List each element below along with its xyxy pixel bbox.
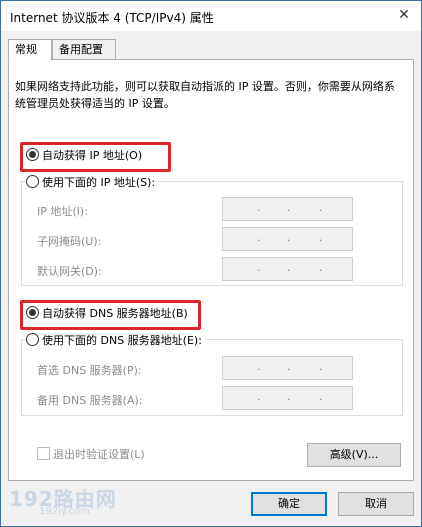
radio-unselected-icon [26, 175, 39, 188]
subnet-mask-label: 子网掩码(U): [37, 235, 102, 248]
validate-on-exit-checkbox[interactable]: 退出时验证设置(L) [37, 446, 145, 462]
title-bar: Internet 协议版本 4 (TCP/IPv4) 属性 ✕ [1, 1, 421, 31]
watermark-url: 192ly.com [39, 506, 90, 517]
auto-dns-radio[interactable]: 自动获得 DNS 服务器地址(B) [26, 305, 188, 321]
advanced-button[interactable]: 高级(V)... [307, 443, 401, 467]
validate-on-exit-label: 退出时验证设置(L) [53, 448, 145, 461]
default-gateway-label: 默认网关(D): [37, 265, 102, 278]
ipv4-properties-dialog: Internet 协议版本 4 (TCP/IPv4) 属性 ✕ 常规 备用配置 … [0, 0, 422, 527]
radio-selected-icon [26, 306, 39, 319]
close-icon[interactable]: ✕ [395, 6, 413, 24]
manual-ip-radio[interactable]: 使用下面的 IP 地址(S): [26, 174, 159, 190]
auto-dns-label: 自动获得 DNS 服务器地址(B) [42, 307, 188, 320]
auto-ip-label: 自动获得 IP 地址(O) [42, 149, 143, 162]
manual-ip-label: 使用下面的 IP 地址(S): [42, 176, 156, 189]
window-title: Internet 协议版本 4 (TCP/IPv4) 属性 [10, 11, 214, 25]
manual-dns-label: 使用下面的 DNS 服务器地址(E): [42, 334, 202, 347]
manual-dns-radio[interactable]: 使用下面的 DNS 服务器地址(E): [26, 332, 205, 348]
radio-unselected-icon [26, 333, 39, 346]
checkbox-icon [37, 447, 50, 460]
general-tab-panel: 如果网络支持此功能，则可以获取自动指派的 IP 设置。否则，你需要从网络系统管理… [8, 59, 414, 481]
ok-button[interactable]: 确定 [251, 492, 327, 516]
alternate-dns-field[interactable]: ... [222, 386, 353, 410]
description-text: 如果网络支持此功能，则可以获取自动指派的 IP 设置。否则，你需要从网络系统管理… [15, 80, 395, 110]
alternate-dns-label: 备用 DNS 服务器(A): [37, 394, 143, 407]
default-gateway-field[interactable]: ... [222, 257, 353, 281]
auto-ip-radio[interactable]: 自动获得 IP 地址(O) [26, 147, 142, 163]
ip-address-label: IP 地址(I): [37, 205, 88, 218]
tab-alternate-config[interactable]: 备用配置 [52, 39, 116, 60]
radio-selected-icon [26, 148, 39, 161]
preferred-dns-field[interactable]: ... [222, 356, 353, 380]
subnet-mask-field[interactable]: ... [222, 227, 353, 251]
preferred-dns-label: 首选 DNS 服务器(P): [37, 364, 142, 377]
ip-address-field[interactable]: ... [222, 197, 353, 221]
cancel-button[interactable]: 取消 [338, 492, 414, 516]
tab-general[interactable]: 常规 [8, 39, 52, 61]
